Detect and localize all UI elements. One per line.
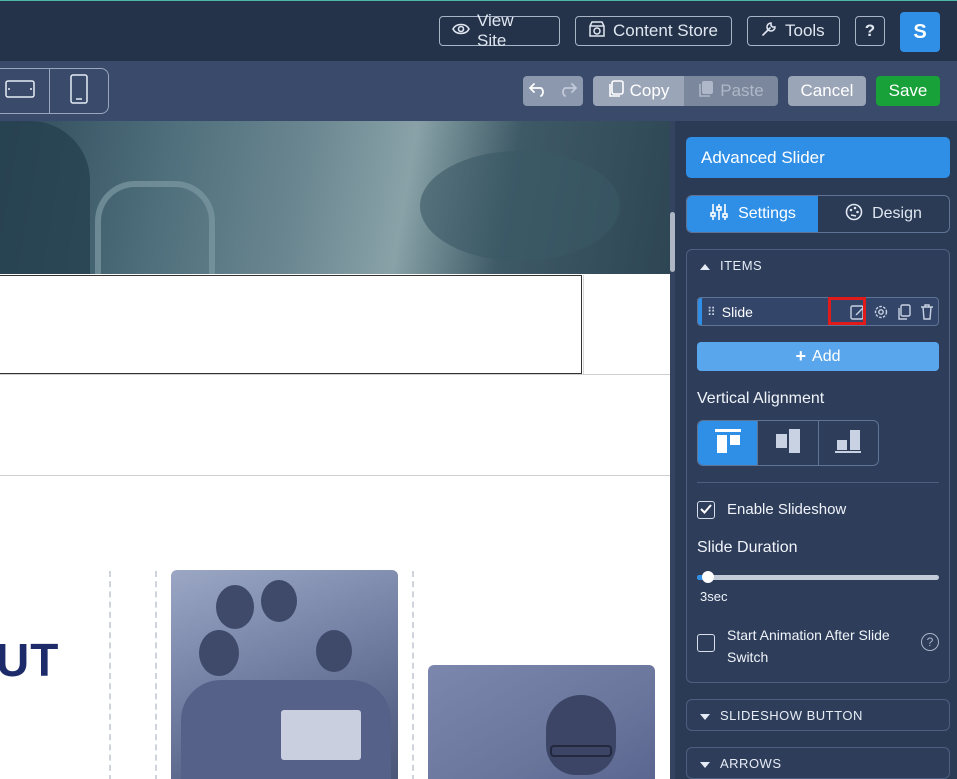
- slide-duration-value: 3sec: [700, 589, 728, 604]
- content-store-button[interactable]: Content Store: [575, 16, 732, 46]
- vertical-alignment-group: [697, 420, 879, 466]
- divider: [0, 475, 670, 476]
- hero-shadow-shape: [0, 121, 90, 274]
- tools-button[interactable]: Tools: [747, 16, 840, 46]
- tablet-landscape-icon: [5, 79, 35, 104]
- avatar[interactable]: S: [900, 12, 940, 52]
- cancel-button[interactable]: Cancel: [788, 76, 866, 106]
- tab-design[interactable]: Design: [818, 196, 949, 232]
- column-guide: [155, 571, 157, 779]
- undo-redo-group: [523, 76, 583, 106]
- tab-settings[interactable]: Settings: [687, 196, 818, 232]
- align-middle-icon: [774, 428, 802, 459]
- enable-slideshow-label: Enable Slideshow: [727, 501, 847, 518]
- eye-icon: [452, 21, 470, 41]
- arrows-section: ARROWS: [686, 747, 950, 779]
- phone-icon: [70, 73, 88, 109]
- copy-icon: [608, 79, 624, 103]
- column-guide: [109, 571, 111, 779]
- align-bottom-icon: [834, 428, 862, 459]
- view-site-label: View Site: [477, 11, 514, 50]
- selected-block-outline[interactable]: [0, 275, 582, 374]
- caret-down-icon: [700, 708, 710, 723]
- paste-label: Paste: [720, 81, 764, 100]
- checkmark-icon: [700, 501, 712, 519]
- items-header-label: ITEMS: [720, 257, 763, 273]
- slideshow-button-section-header[interactable]: SLIDESHOW BUTTON: [687, 700, 949, 730]
- trash-icon[interactable]: [915, 303, 938, 320]
- store-icon: [588, 20, 606, 43]
- panel-title: Advanced Slider: [686, 137, 950, 178]
- panel-tabs: Settings Design: [686, 195, 950, 233]
- page-canvas[interactable]: UT: [0, 121, 670, 779]
- slide-duration-slider[interactable]: [697, 575, 939, 580]
- undo-button[interactable]: [523, 76, 553, 106]
- align-top-button[interactable]: [698, 421, 758, 465]
- column-guide: [412, 571, 414, 779]
- start-animation-label: Start Animation After Slide Switch: [727, 624, 890, 668]
- start-animation-label-line2: Switch: [727, 649, 769, 665]
- tab-settings-label: Settings: [738, 205, 796, 222]
- divider: [0, 374, 670, 375]
- slideshow-button-section: SLIDESHOW BUTTON: [686, 699, 950, 731]
- start-animation-label-line1: Start Animation After Slide: [727, 627, 890, 643]
- arrows-section-header[interactable]: ARROWS: [687, 748, 949, 778]
- team-photo[interactable]: [171, 570, 398, 779]
- content-store-label: Content Store: [613, 21, 718, 40]
- hero-chair-shape: [95, 181, 215, 274]
- save-button[interactable]: Save: [876, 76, 940, 106]
- duplicate-icon[interactable]: [892, 303, 915, 320]
- redo-button[interactable]: [553, 76, 583, 106]
- drag-handle-icon[interactable]: ⠿: [707, 305, 716, 319]
- gear-icon[interactable]: [869, 304, 892, 320]
- sliders-icon: [709, 203, 729, 226]
- items-section-header[interactable]: ITEMS: [687, 250, 949, 280]
- enable-slideshow-checkbox[interactable]: [697, 501, 715, 519]
- align-top-icon: [714, 428, 742, 459]
- tab-design-label: Design: [872, 205, 922, 222]
- hero-blur-shape: [420, 151, 620, 261]
- help-button[interactable]: ?: [855, 16, 885, 46]
- plus-icon: +: [795, 346, 807, 366]
- slide-duration-label: Slide Duration: [697, 539, 798, 556]
- mobile-view-button[interactable]: [49, 69, 108, 113]
- slider-handle[interactable]: [702, 571, 714, 583]
- undo-icon: [528, 81, 548, 102]
- slideshow-button-label: SLIDESHOW BUTTON: [720, 707, 863, 723]
- view-site-button[interactable]: View Site: [439, 11, 560, 50]
- top-bar: View Site Content Store Tools ? S: [0, 0, 957, 61]
- divider: [583, 275, 584, 375]
- copy-button[interactable]: Copy: [593, 76, 684, 106]
- wrench-icon: [760, 20, 778, 43]
- paste-button[interactable]: Paste: [684, 76, 778, 106]
- tools-label: Tools: [785, 21, 825, 40]
- copy-label: Copy: [629, 81, 670, 100]
- paste-icon: [698, 80, 714, 103]
- section-heading: UT: [0, 634, 60, 686]
- device-switcher: [0, 68, 109, 114]
- redo-icon: [558, 81, 578, 102]
- item-accent-bar: [698, 298, 702, 325]
- list-item[interactable]: ⠿ Slide: [697, 297, 939, 326]
- arrows-label: ARROWS: [720, 755, 782, 771]
- edit-highlight-box: [828, 297, 866, 325]
- align-middle-button[interactable]: [757, 421, 817, 465]
- vertical-alignment-label: Vertical Alignment: [697, 390, 825, 407]
- help-icon[interactable]: ?: [921, 633, 939, 651]
- start-animation-checkbox[interactable]: [697, 634, 715, 652]
- divider: [697, 482, 939, 483]
- caret-down-icon: [700, 756, 710, 771]
- slider-hero-image[interactable]: [0, 121, 670, 274]
- tablet-view-button[interactable]: [0, 69, 49, 113]
- palette-icon: [845, 203, 863, 226]
- portrait-photo[interactable]: [428, 665, 655, 779]
- align-bottom-button[interactable]: [817, 421, 878, 465]
- add-label: Add: [812, 347, 841, 365]
- caret-up-icon: [700, 258, 710, 273]
- add-item-button[interactable]: + Add: [697, 342, 939, 371]
